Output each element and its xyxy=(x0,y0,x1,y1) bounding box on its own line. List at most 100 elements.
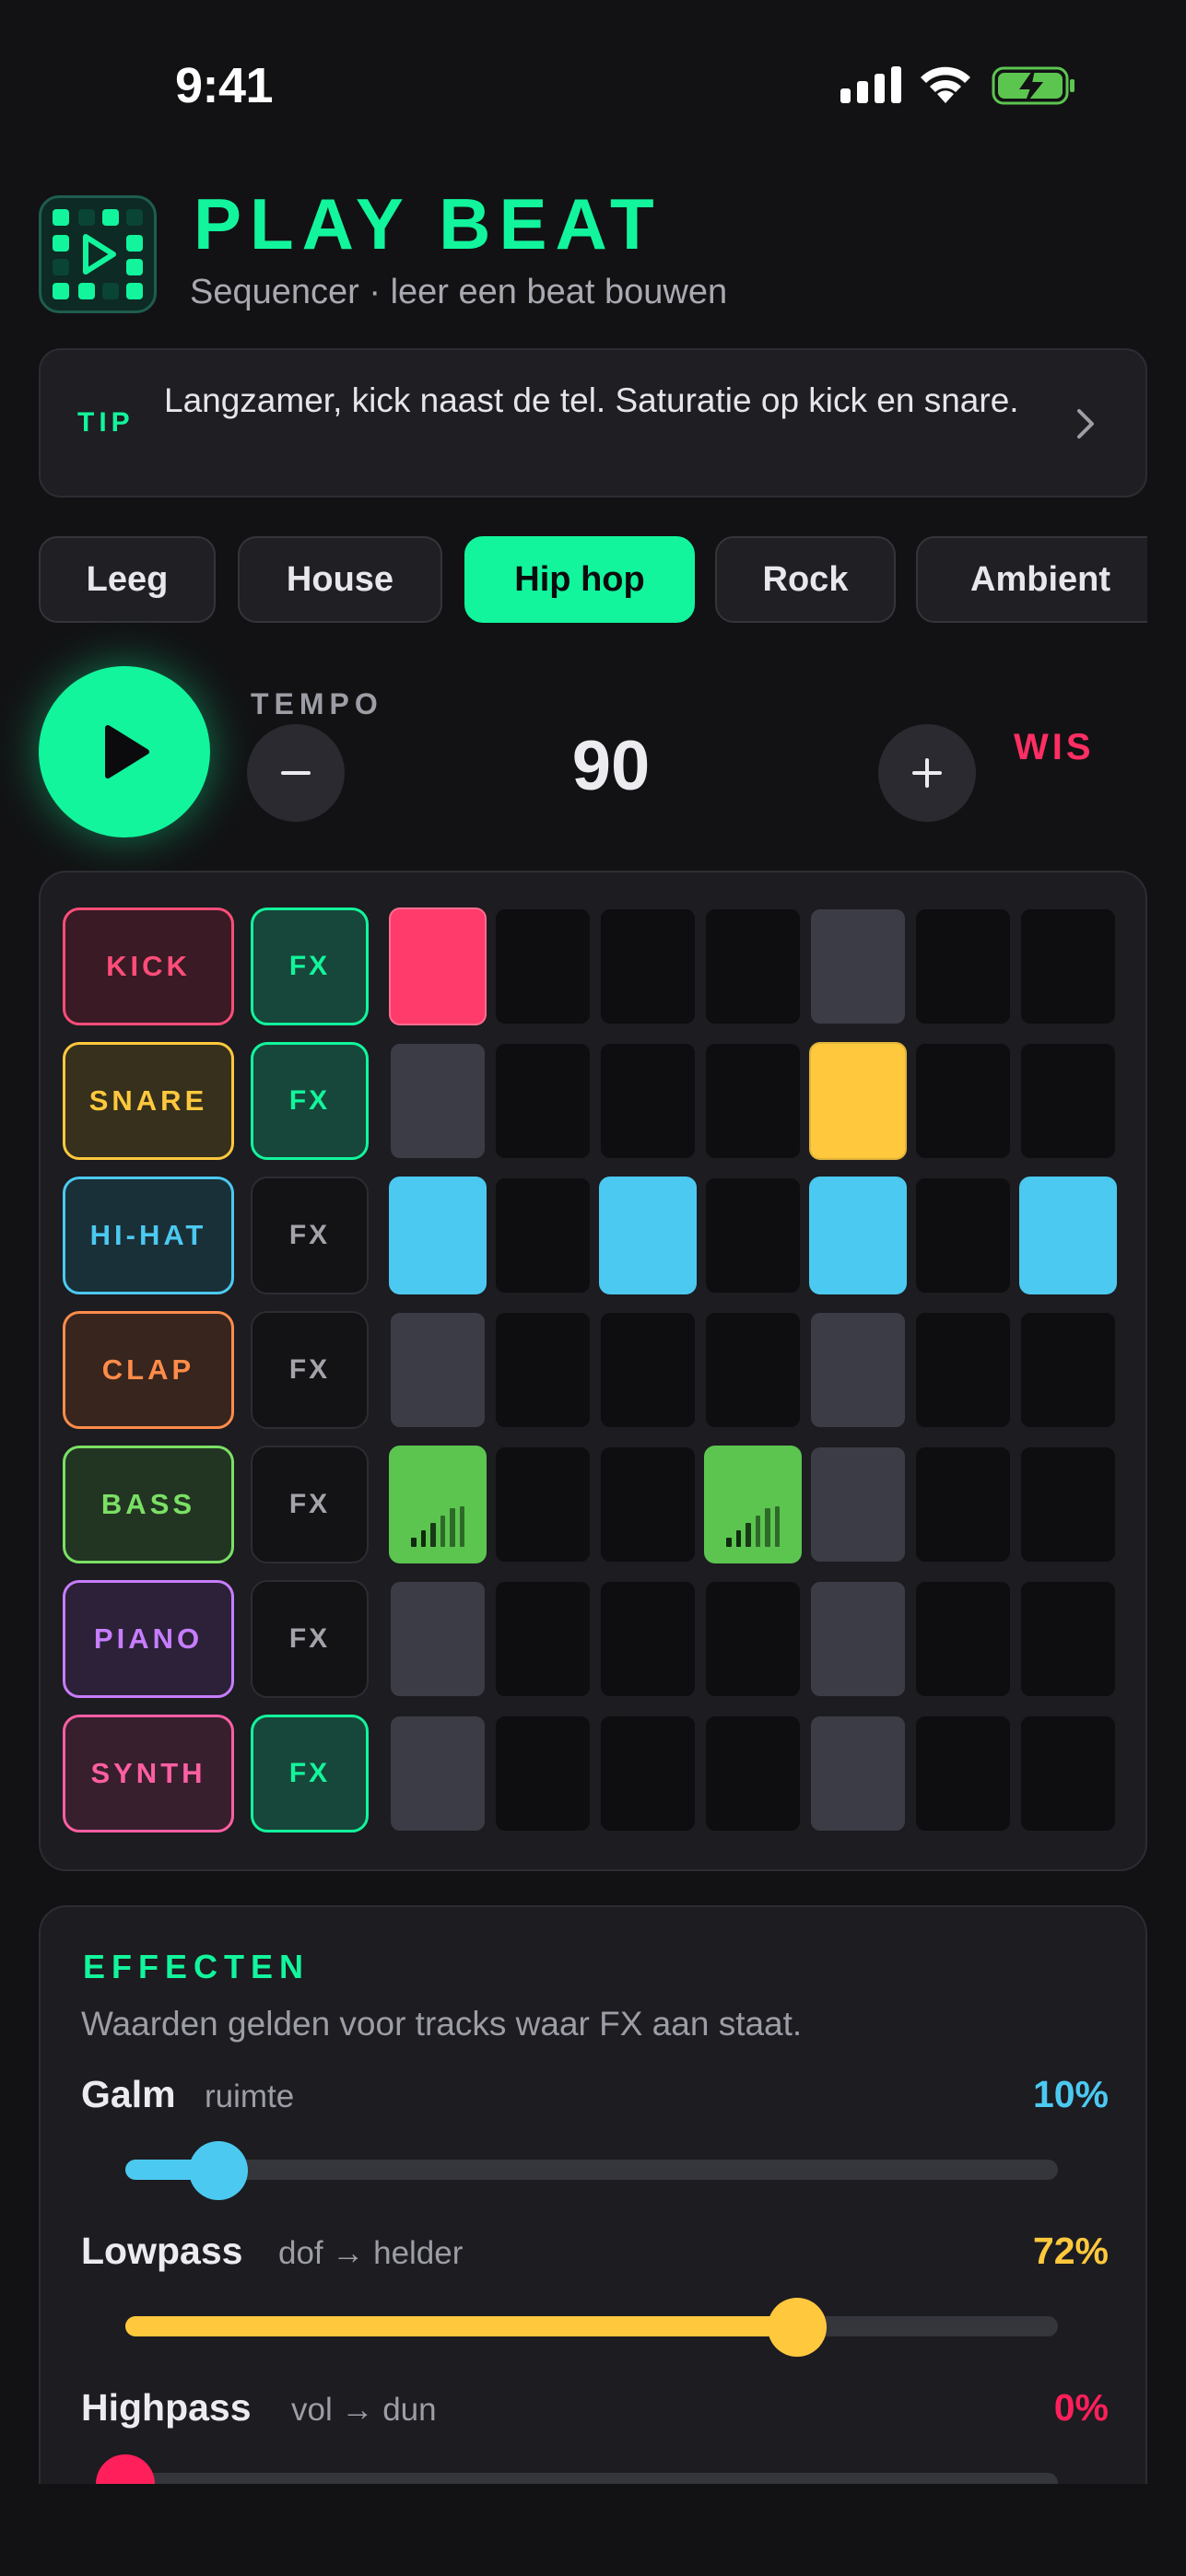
effect-hint-galm: ruimte xyxy=(205,2078,295,2114)
step-cell-bass-6[interactable] xyxy=(914,1446,1012,1563)
effect-row-lowpass: Lowpass dof → helder 72% xyxy=(81,2230,1109,2368)
step-cell-snare-6[interactable] xyxy=(914,1042,1012,1160)
battery-charging-icon xyxy=(992,66,1074,105)
screen: 9:41 PLAY BEAT Sequencer · leer een beat… xyxy=(0,0,1186,2576)
tip-text: Langzamer, kick naast de tel. Saturatie … xyxy=(164,381,1019,419)
status-time: 9:41 xyxy=(175,58,274,113)
tip-card[interactable]: TIP Langzamer, kick naast de tel. Satura… xyxy=(39,348,1147,498)
minus-icon xyxy=(281,771,311,775)
tip-label: TIP xyxy=(77,407,135,438)
effect-hint-lowpass: dof → helder xyxy=(278,2235,464,2271)
step-cell-bass-4[interactable] xyxy=(704,1446,802,1563)
step-cell-kick-5[interactable] xyxy=(809,907,907,1025)
step-cell-clap-3[interactable] xyxy=(599,1311,697,1429)
step-cell-clap-6[interactable] xyxy=(914,1311,1012,1429)
effects-title: EFFECTEN xyxy=(83,1948,311,1985)
preset-house[interactable]: House xyxy=(238,536,442,623)
step-cell-synth-7[interactable] xyxy=(1019,1715,1117,1832)
step-cell-synth-1[interactable] xyxy=(389,1715,487,1832)
fx-toggle-hihat[interactable]: FX xyxy=(251,1177,369,1294)
step-cell-snare-4[interactable] xyxy=(704,1042,802,1160)
preset-hip-hop[interactable]: Hip hop xyxy=(464,536,695,623)
step-cell-synth-2[interactable] xyxy=(494,1715,592,1832)
preset-leeg[interactable]: Leeg xyxy=(39,536,216,623)
clear-button[interactable]: WIS xyxy=(1014,727,1095,768)
fx-toggle-kick[interactable]: FX xyxy=(251,907,369,1025)
step-cell-piano-3[interactable] xyxy=(599,1580,697,1698)
step-cell-clap-4[interactable] xyxy=(704,1311,802,1429)
velocity-bars-icon xyxy=(411,1506,464,1547)
fx-toggle-synth[interactable]: FX xyxy=(251,1715,369,1832)
step-cell-piano-5[interactable] xyxy=(809,1580,907,1698)
fx-toggle-piano[interactable]: FX xyxy=(251,1580,369,1698)
tempo-decrease-button[interactable] xyxy=(247,724,345,822)
effect-hint-highpass: vol → dun xyxy=(291,2392,437,2428)
step-cell-bass-3[interactable] xyxy=(599,1446,697,1563)
fx-toggle-clap[interactable]: FX xyxy=(251,1311,369,1429)
fx-toggle-bass[interactable]: FX xyxy=(251,1446,369,1563)
play-button[interactable] xyxy=(39,666,210,837)
step-cell-hihat-4[interactable] xyxy=(704,1177,802,1294)
track-label-piano[interactable]: PIANO xyxy=(63,1580,234,1698)
tempo-value: 90 xyxy=(571,727,651,805)
step-cell-piano-1[interactable] xyxy=(389,1580,487,1698)
track-label-bass[interactable]: BASS xyxy=(63,1446,234,1563)
track-label-kick[interactable]: KICK xyxy=(63,907,234,1025)
step-cell-snare-1[interactable] xyxy=(389,1042,487,1160)
step-cell-piano-2[interactable] xyxy=(494,1580,592,1698)
step-cell-bass-2[interactable] xyxy=(494,1446,592,1563)
effect-slider-knob[interactable] xyxy=(767,2298,827,2357)
step-cell-piano-4[interactable] xyxy=(704,1580,802,1698)
step-cell-hihat-1[interactable] xyxy=(389,1177,487,1294)
status-bar: 9:41 xyxy=(0,0,1186,175)
step-cell-hihat-2[interactable] xyxy=(494,1177,592,1294)
effect-slider-lowpass[interactable] xyxy=(125,2298,1058,2357)
effects-description: Waarden gelden voor tracks waar FX aan s… xyxy=(81,2005,803,2043)
step-cell-synth-5[interactable] xyxy=(809,1715,907,1832)
step-cell-kick-7[interactable] xyxy=(1019,907,1117,1025)
step-cell-hihat-5[interactable] xyxy=(809,1177,907,1294)
track-label-snare[interactable]: SNARE xyxy=(63,1042,234,1160)
step-cell-snare-5[interactable] xyxy=(809,1042,907,1160)
step-cell-snare-2[interactable] xyxy=(494,1042,592,1160)
step-cell-synth-3[interactable] xyxy=(599,1715,697,1832)
step-cell-piano-6[interactable] xyxy=(914,1580,1012,1698)
chevron-right-icon xyxy=(1077,409,1094,439)
effect-name-lowpass: Lowpass xyxy=(81,2230,243,2272)
step-cell-hihat-7[interactable] xyxy=(1019,1177,1117,1294)
effect-value-galm: 10% xyxy=(1032,2073,1109,2115)
step-cell-clap-7[interactable] xyxy=(1019,1311,1117,1429)
preset-ambient[interactable]: Ambient xyxy=(916,536,1147,623)
step-cell-bass-5[interactable] xyxy=(809,1446,907,1563)
step-cell-kick-3[interactable] xyxy=(599,907,697,1025)
track-label-hihat[interactable]: HI-HAT xyxy=(63,1177,234,1294)
step-cell-synth-6[interactable] xyxy=(914,1715,1012,1832)
step-cell-clap-5[interactable] xyxy=(809,1311,907,1429)
step-cell-clap-2[interactable] xyxy=(494,1311,592,1429)
effect-value-highpass: 0% xyxy=(1053,2386,1109,2429)
step-cell-hihat-6[interactable] xyxy=(914,1177,1012,1294)
step-cell-kick-4[interactable] xyxy=(704,907,802,1025)
step-cell-bass-1[interactable] xyxy=(389,1446,487,1563)
step-cell-synth-4[interactable] xyxy=(704,1715,802,1832)
step-cell-kick-2[interactable] xyxy=(494,907,592,1025)
tempo-increase-button[interactable] xyxy=(878,724,976,822)
preset-rock[interactable]: Rock xyxy=(715,536,896,623)
effect-value-lowpass: 72% xyxy=(1032,2230,1109,2272)
step-cell-bass-7[interactable] xyxy=(1019,1446,1117,1563)
track-label-synth[interactable]: SYNTH xyxy=(63,1715,234,1832)
plus-icon xyxy=(912,758,942,788)
step-cell-kick-1[interactable] xyxy=(389,907,487,1025)
step-cell-hihat-3[interactable] xyxy=(599,1177,697,1294)
step-cell-piano-7[interactable] xyxy=(1019,1580,1117,1698)
track-label-clap[interactable]: CLAP xyxy=(63,1311,234,1429)
effect-slider-galm[interactable] xyxy=(125,2141,1058,2200)
app-subtitle: Sequencer · leer een beat bouwen xyxy=(190,273,728,311)
signal-icon xyxy=(840,66,901,103)
step-cell-snare-3[interactable] xyxy=(599,1042,697,1160)
fx-toggle-snare[interactable]: FX xyxy=(251,1042,369,1160)
effect-slider-knob[interactable] xyxy=(189,2141,249,2200)
step-cell-kick-6[interactable] xyxy=(914,907,1012,1025)
step-cell-clap-1[interactable] xyxy=(389,1311,487,1429)
step-cell-snare-7[interactable] xyxy=(1019,1042,1117,1160)
